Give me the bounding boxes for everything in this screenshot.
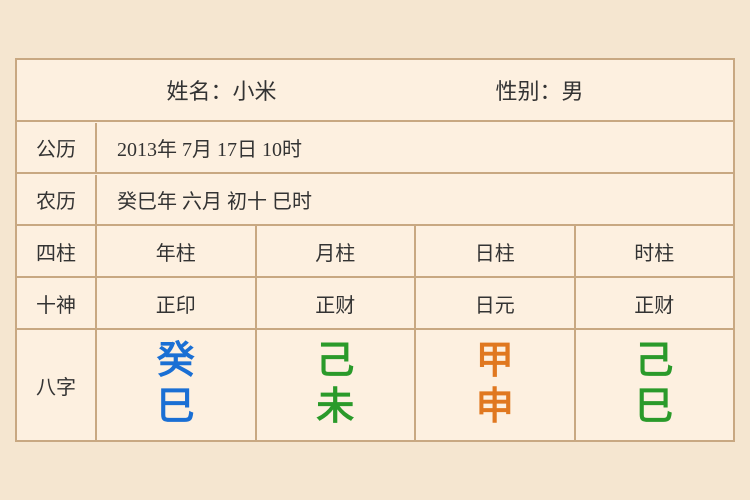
- columns-label: 四柱: [17, 226, 97, 276]
- bazhi-year-bottom: 巳: [157, 387, 195, 429]
- bazhi-hour-top: 己: [635, 341, 673, 383]
- bazhi-hour: 己 巳: [576, 330, 734, 440]
- gender-label: 性别：男: [495, 74, 583, 106]
- col-month: 月柱: [257, 226, 417, 276]
- lunar-label: 农历: [17, 175, 97, 224]
- shishen-month: 正财: [257, 278, 417, 328]
- bazhi-day: 甲 申: [416, 330, 576, 440]
- bazhi-day-bottom: 申: [476, 387, 514, 429]
- col-day: 日柱: [416, 226, 576, 276]
- lunar-row: 农历 癸巳年 六月 初十 巳时: [17, 174, 733, 226]
- header-row: 姓名：小米 性别：男: [17, 60, 733, 122]
- col-hour: 时柱: [576, 226, 734, 276]
- lunar-value: 癸巳年 六月 初十 巳时: [97, 175, 733, 224]
- name-label: 姓名：小米: [166, 74, 276, 106]
- shishen-hour: 正财: [576, 278, 734, 328]
- shishen-year: 正印: [97, 278, 257, 328]
- col-year: 年柱: [97, 226, 257, 276]
- bazhi-hour-bottom: 巳: [635, 387, 673, 429]
- main-container: 姓名：小米 性别：男 公历 2013年 7月 17日 10时 农历 癸巳年 六月…: [15, 58, 735, 442]
- bazhi-month-top: 己: [316, 341, 354, 383]
- bazhi-year-top: 癸: [157, 341, 195, 383]
- bazhi-day-top: 甲: [476, 341, 514, 383]
- bazhi-month: 己 未: [257, 330, 417, 440]
- bazhi-month-bottom: 未: [316, 387, 354, 429]
- shishen-label: 十神: [17, 278, 97, 328]
- gregorian-value: 2013年 7月 17日 10时: [97, 123, 733, 172]
- gregorian-label: 公历: [17, 123, 97, 172]
- shishen-day: 日元: [416, 278, 576, 328]
- bazhi-row: 八字 癸 巳 己 未 甲 申 己 巳: [17, 330, 733, 440]
- bazhi-label: 八字: [17, 330, 97, 440]
- shishen-row: 十神 正印 正财 日元 正财: [17, 278, 733, 330]
- gregorian-row: 公历 2013年 7月 17日 10时: [17, 122, 733, 174]
- bazhi-year: 癸 巳: [97, 330, 257, 440]
- columns-header-row: 四柱 年柱 月柱 日柱 时柱: [17, 226, 733, 278]
